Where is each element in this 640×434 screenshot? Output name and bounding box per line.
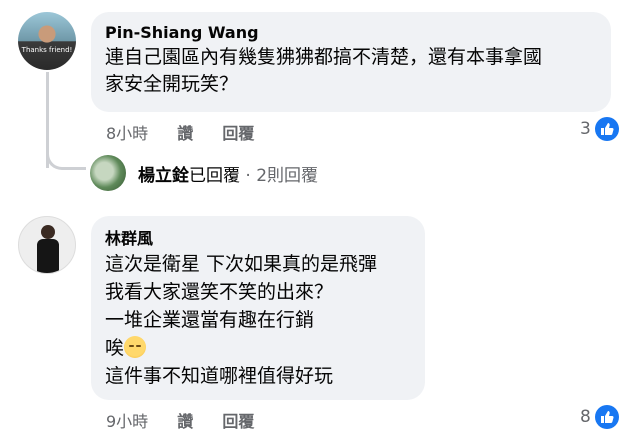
comment-time[interactable]: 8小時 — [106, 124, 148, 143]
reaction-summary[interactable]: 8 — [580, 404, 619, 430]
view-replies-link[interactable]: 楊立銓已回覆 · 2則回覆 — [138, 161, 318, 186]
thumbs-up-icon — [594, 405, 619, 429]
comment-bubble: 林群風 這次是衛星 下次如果真的是飛彈 我看大家還笑不笑的出來？ 一堆企業還當有… — [91, 216, 425, 400]
avatar-caption: Thanks friend! — [21, 46, 73, 54]
replier-name: 楊立銓 — [138, 166, 189, 186]
like-button[interactable]: 讚 — [177, 124, 193, 143]
comment-author[interactable]: Pin-Shiang Wang — [105, 22, 597, 44]
reaction-count: 8 — [580, 407, 591, 427]
comment-text-line: 這次是衛星 下次如果真的是飛彈 — [105, 253, 378, 275]
comment-text-line: 這件事不知道哪裡值得好玩 — [105, 365, 334, 387]
comment-author[interactable]: 林群風 — [105, 228, 411, 250]
comment-bubble: Pin-Shiang Wang 連自己園區內有幾隻狒狒都搞不清楚，還有本事拿國 … — [91, 12, 611, 112]
like-button[interactable]: 讚 — [177, 412, 193, 431]
comment-meta: 8小時 讚 回覆 — [106, 120, 278, 144]
avatar-replier[interactable] — [90, 155, 126, 191]
comment-time[interactable]: 9小時 — [106, 412, 148, 431]
comments-section: Thanks friend! Pin-Shiang Wang 連自己園區內有幾隻… — [0, 0, 640, 434]
separator: · — [240, 166, 257, 186]
comment-meta: 9小時 讚 回覆 — [106, 408, 278, 432]
thumbs-up-icon — [594, 117, 619, 141]
reply-button[interactable]: 回覆 — [222, 124, 254, 143]
comment-text-line: 家安全開玩笑？ — [105, 73, 239, 95]
avatar-body — [37, 239, 59, 273]
reaction-count: 3 — [580, 119, 591, 139]
avatar-head — [41, 225, 55, 239]
replied-label: 已回覆 — [189, 166, 240, 186]
thread-elbow — [46, 140, 86, 170]
comment-text-line: 連自己園區內有幾隻狒狒都搞不清楚，還有本事拿國 — [105, 46, 543, 68]
reply-count: 2則回覆 — [256, 166, 319, 186]
comment-text: 唉 — [105, 337, 125, 359]
comment-text-line: 我看大家還笑不笑的出來？ — [105, 281, 334, 303]
reaction-summary[interactable]: 3 — [580, 116, 619, 142]
comment-text-line-with-emoji: 唉 — [105, 334, 411, 362]
comment-text-line: 一堆企業還當有趣在行銷 — [105, 309, 315, 331]
reply-button[interactable]: 回覆 — [222, 412, 254, 431]
pensive-face-emoji — [124, 336, 147, 358]
avatar-pin-shiang-wang[interactable]: Thanks friend! — [18, 12, 76, 70]
avatar-lin-qun-feng[interactable] — [18, 216, 76, 274]
